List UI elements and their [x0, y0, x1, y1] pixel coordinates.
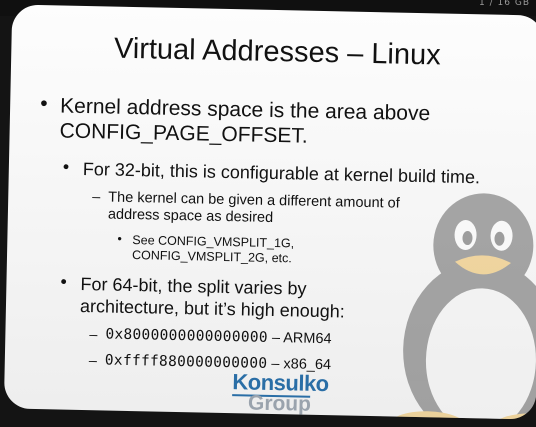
status-text: 1 / 16 GB — [479, 0, 530, 8]
bullet-kernel-line2: CONFIG_PAGE_OFFSET. — [59, 119, 308, 148]
sub-vmsplit-line2: CONFIG_VMSPLIT_2G, etc. — [131, 248, 292, 266]
bullet-64bit-line2: architecture, but it’s high enough: — [79, 295, 345, 322]
slide: Virtual Addresses – Linux • Kernel addre… — [3, 4, 536, 420]
bullet-marker: • — [117, 231, 122, 246]
konsulko-group-logo: Konsulko Group — [222, 369, 343, 420]
bullet-marker: • — [60, 271, 68, 292]
dash-marker: – — [92, 189, 101, 206]
dash-marker: – — [88, 353, 98, 370]
arm64-address-line: 0x8000000000000000 – ARM64 — [105, 326, 332, 348]
slide-title: Virtual Addresses – Linux — [113, 32, 442, 72]
tux-penguin-watermark — [387, 193, 536, 420]
dash-marker: – — [89, 327, 98, 344]
arm64-address-code: 0x8000000000000000 — [105, 326, 269, 346]
presentation-viewport: 1 / 16 GB Virtual Addresses – Linux • Ke… — [0, 0, 536, 427]
bullet-marker: • — [39, 92, 48, 116]
bullet-32bit: For 32-bit, this is configurable at kern… — [82, 158, 481, 188]
sub-kernel-given-line2: address space as desired — [107, 206, 274, 226]
bullet-marker: • — [62, 156, 70, 177]
arm64-label: – ARM64 — [267, 329, 332, 348]
logo-sub-text: Group — [247, 391, 312, 416]
